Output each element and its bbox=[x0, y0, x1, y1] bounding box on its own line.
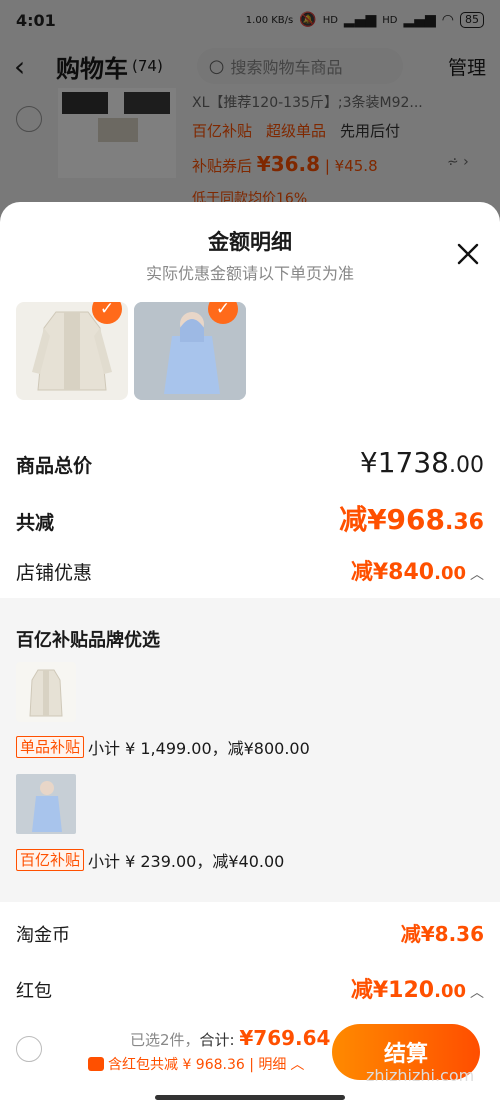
shop-discount-row[interactable]: 店铺优惠 减¥840.00 ︿ bbox=[16, 554, 484, 586]
redpacket-int: 减¥120 bbox=[350, 978, 435, 1003]
total-reduce-int: 减¥968 bbox=[339, 503, 446, 536]
shop-discount-dec: .00 bbox=[434, 563, 466, 584]
total-price-row: 商品总价 ¥1738.00 bbox=[16, 446, 484, 479]
selected-item-thumb[interactable]: ✓ bbox=[16, 302, 128, 400]
total-reduce-label: 共减 bbox=[16, 512, 55, 534]
selected-count: 已选2件， bbox=[130, 1031, 200, 1049]
detail-item-image bbox=[16, 774, 76, 834]
total-reduce-dec: .36 bbox=[445, 510, 484, 535]
shop-discount-int: 减¥840 bbox=[350, 560, 435, 585]
home-indicator[interactable] bbox=[155, 1095, 345, 1100]
redpacket-value: 减¥120.00 ︿ bbox=[351, 972, 484, 1004]
redpacket-summary-text: 含红包共减 ¥ 968.36 | 明细 bbox=[108, 1057, 287, 1073]
jacket-image bbox=[29, 669, 63, 717]
detail-title: 百亿补贴品牌优选 bbox=[16, 630, 160, 651]
redpacket-icon bbox=[88, 1057, 104, 1071]
total-price-int: ¥1738 bbox=[359, 446, 449, 479]
shop-discount-detail: 百亿补贴品牌优选 单品补贴 小计 ¥ 1,499.00，减¥800.00 百亿补… bbox=[0, 598, 500, 902]
detail-item-text: 小计 ¥ 239.00，减¥40.00 bbox=[88, 852, 285, 871]
shop-discount-label: 店铺优惠 bbox=[16, 562, 93, 584]
selection-summary: 已选2件，合计: ¥769.64 bbox=[130, 1026, 330, 1050]
total-price-label: 商品总价 bbox=[16, 455, 93, 477]
selected-items: ✓ ✓ bbox=[16, 302, 496, 402]
total-reduce-row: 共减 减¥968.36 bbox=[16, 498, 484, 538]
redpacket-label: 红包 bbox=[16, 981, 52, 1002]
total-price-value: ¥1738.00 bbox=[360, 446, 484, 479]
select-all-radio[interactable] bbox=[16, 1036, 42, 1062]
dim-overlay[interactable] bbox=[0, 0, 500, 220]
total-amount: ¥769.64 bbox=[239, 1026, 331, 1050]
detail-item-row: 百亿补贴 小计 ¥ 239.00，减¥40.00 bbox=[16, 848, 284, 872]
chevron-up-icon[interactable]: ︿ bbox=[470, 567, 484, 583]
jacket-image bbox=[32, 781, 62, 832]
subsidy-tag: 单品补贴 bbox=[16, 736, 85, 758]
total-reduce-value: 减¥968.36 bbox=[339, 498, 484, 538]
close-icon[interactable] bbox=[454, 240, 482, 268]
selected-item-thumb[interactable]: ✓ bbox=[134, 302, 246, 400]
redpacket-row[interactable]: 红包 减¥120.00 ︿ bbox=[16, 972, 484, 1004]
chevron-up-icon: ︿ bbox=[290, 1057, 305, 1073]
amount-detail-sheet: 金额明细 实际优惠金额请以下单页为准 ✓ ✓ 商品总价 ¥1738.00 共减 … bbox=[0, 202, 500, 1111]
taojinbi-value: 减¥8.36 bbox=[400, 922, 484, 946]
sheet-title: 金额明细 bbox=[208, 230, 292, 254]
taojinbi-label: 淘金币 bbox=[16, 925, 70, 946]
total-label: 合计: bbox=[199, 1031, 240, 1049]
watermark: zhizhizhi.com bbox=[366, 1066, 475, 1085]
detail-item-image bbox=[16, 662, 76, 722]
detail-item-text: 小计 ¥ 1,499.00，减¥800.00 bbox=[88, 739, 310, 758]
total-price-dec: .00 bbox=[449, 453, 484, 478]
redpacket-dec: .00 bbox=[434, 981, 466, 1002]
redpacket-summary[interactable]: 含红包共减 ¥ 968.36 | 明细 ︿ bbox=[88, 1054, 304, 1074]
chevron-up-icon[interactable]: ︿ bbox=[470, 985, 484, 1001]
shop-discount-value: 减¥840.00 ︿ bbox=[351, 554, 484, 586]
detail-item-row: 单品补贴 小计 ¥ 1,499.00，减¥800.00 bbox=[16, 735, 310, 759]
taojinbi-row: 淘金币 减¥8.36 bbox=[16, 918, 484, 947]
sheet-subtitle: 实际优惠金额请以下单页为准 bbox=[145, 264, 354, 283]
subsidy-tag: 百亿补贴 bbox=[16, 849, 85, 871]
cart-page-background: 4:01 1.00 KB/s 🔕 HD ▂▄▆ HD ▂▄▆ ◠ 85 ‹ 购物… bbox=[0, 0, 500, 220]
